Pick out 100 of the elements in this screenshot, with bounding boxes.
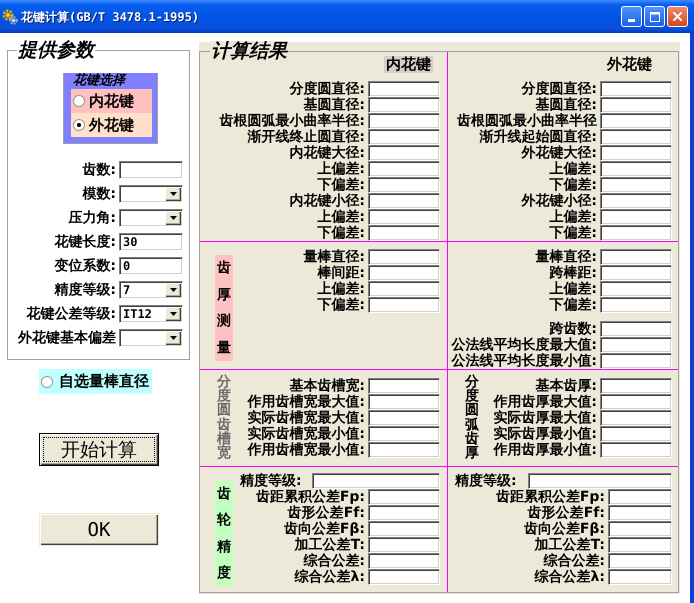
- input-field[interactable]: [368, 249, 440, 265]
- input-field[interactable]: [368, 569, 440, 585]
- dropdown-button[interactable]: [165, 283, 181, 297]
- input-field[interactable]: [600, 177, 672, 193]
- input-field[interactable]: [368, 297, 440, 313]
- dropdown-field[interactable]: IT12: [119, 305, 183, 323]
- dropdown-button[interactable]: [165, 307, 181, 321]
- dropdown-field[interactable]: 7: [119, 281, 183, 299]
- close-button[interactable]: [667, 6, 688, 27]
- field-label: 基本齿槽宽:: [289, 378, 365, 394]
- field-label: 下偏差:: [549, 177, 597, 193]
- field-label: 跨齿数:: [549, 321, 597, 337]
- radio-option[interactable]: 自选量棒直径: [39, 369, 152, 394]
- field-label: 实际齿槽宽最小值:: [247, 426, 365, 442]
- dropdown-field[interactable]: [119, 185, 183, 203]
- input-field[interactable]: [600, 297, 672, 313]
- field-label: 综合公差:: [543, 553, 605, 569]
- input-field[interactable]: [600, 129, 672, 145]
- dropdown-button[interactable]: [165, 211, 181, 225]
- action-button[interactable]: 开始计算: [39, 433, 159, 466]
- input-field[interactable]: [368, 489, 440, 505]
- input-field[interactable]: [368, 505, 440, 521]
- field-label: 基圆直径:: [535, 97, 597, 113]
- radio-option[interactable]: 外花键: [71, 113, 152, 137]
- input-field[interactable]: 30: [119, 233, 183, 251]
- input-field[interactable]: [368, 161, 440, 177]
- action-button[interactable]: OK: [39, 513, 159, 546]
- input-field[interactable]: [600, 321, 672, 337]
- radio-option[interactable]: 内花键: [71, 89, 152, 113]
- field-label: 综合公差λ:: [294, 569, 365, 585]
- input-field[interactable]: [600, 97, 672, 113]
- input-field[interactable]: [119, 161, 183, 179]
- input-field[interactable]: [368, 537, 440, 553]
- input-field[interactable]: [528, 473, 672, 489]
- input-field[interactable]: [600, 145, 672, 161]
- input-field[interactable]: [368, 394, 440, 410]
- input-field[interactable]: [600, 378, 672, 394]
- field-label: 齿根圆弧最小曲率半径: [457, 113, 597, 129]
- input-field[interactable]: [368, 177, 440, 193]
- field-label: 公法线平均长度最小值:: [451, 353, 597, 369]
- field-label: 下偏差:: [317, 177, 365, 193]
- input-field[interactable]: [368, 113, 440, 129]
- input-field[interactable]: [600, 161, 672, 177]
- input-field[interactable]: [600, 249, 672, 265]
- input-field[interactable]: [368, 553, 440, 569]
- input-field[interactable]: [312, 473, 440, 489]
- input-field[interactable]: [608, 505, 672, 521]
- maximize-button[interactable]: [644, 6, 665, 27]
- field-label: 作用齿厚最小值:: [493, 442, 597, 458]
- minimize-button[interactable]: [621, 6, 642, 27]
- input-field[interactable]: [600, 353, 672, 369]
- field-label: 齿距累积公差Fp:: [256, 489, 365, 505]
- dropdown-button[interactable]: [165, 187, 181, 201]
- input-field[interactable]: [608, 489, 672, 505]
- input-field[interactable]: [368, 281, 440, 297]
- input-field[interactable]: [368, 378, 440, 394]
- input-field[interactable]: [600, 410, 672, 426]
- input-field[interactable]: [368, 265, 440, 281]
- section-label: 分度圆齿槽宽: [216, 375, 232, 460]
- group-title: 计算结果: [210, 41, 288, 61]
- column-header: 内花键: [384, 56, 433, 73]
- input-field[interactable]: [600, 193, 672, 209]
- section-label: 齿厚测量: [215, 255, 233, 361]
- input-field[interactable]: [368, 129, 440, 145]
- dropdown-field[interactable]: [119, 329, 183, 347]
- input-field[interactable]: [600, 265, 672, 281]
- input-field[interactable]: [368, 225, 440, 241]
- dropdown-field[interactable]: [119, 209, 183, 227]
- input-field[interactable]: [600, 442, 672, 458]
- input-field[interactable]: [600, 113, 672, 129]
- input-field[interactable]: [600, 337, 672, 353]
- field-label: 花键公差等级:: [26, 305, 116, 323]
- input-field[interactable]: [608, 569, 672, 585]
- field-label: 外花键大径:: [521, 145, 597, 161]
- input-field[interactable]: [600, 281, 672, 297]
- field-label: 基圆直径:: [303, 97, 365, 113]
- input-field[interactable]: [600, 209, 672, 225]
- input-field[interactable]: [608, 521, 672, 537]
- field-label: 下偏差:: [317, 225, 365, 241]
- input-field[interactable]: [600, 225, 672, 241]
- input-field[interactable]: [608, 553, 672, 569]
- input-field[interactable]: [368, 209, 440, 225]
- input-field[interactable]: [608, 537, 672, 553]
- input-field[interactable]: [368, 81, 440, 97]
- input-field[interactable]: [368, 193, 440, 209]
- input-field[interactable]: [368, 410, 440, 426]
- input-field[interactable]: [368, 426, 440, 442]
- input-field[interactable]: 0: [119, 257, 183, 275]
- input-field[interactable]: [368, 442, 440, 458]
- field-label: 压力角:: [68, 209, 116, 227]
- input-field[interactable]: [600, 81, 672, 97]
- dropdown-button[interactable]: [165, 331, 181, 345]
- input-field[interactable]: [368, 145, 440, 161]
- field-label: 分度圆直径:: [521, 81, 597, 97]
- maximize-icon: [650, 12, 660, 22]
- input-field[interactable]: [368, 97, 440, 113]
- input-field[interactable]: [600, 426, 672, 442]
- input-field[interactable]: [600, 394, 672, 410]
- input-field[interactable]: [368, 521, 440, 537]
- field-label: 齿数:: [82, 161, 116, 179]
